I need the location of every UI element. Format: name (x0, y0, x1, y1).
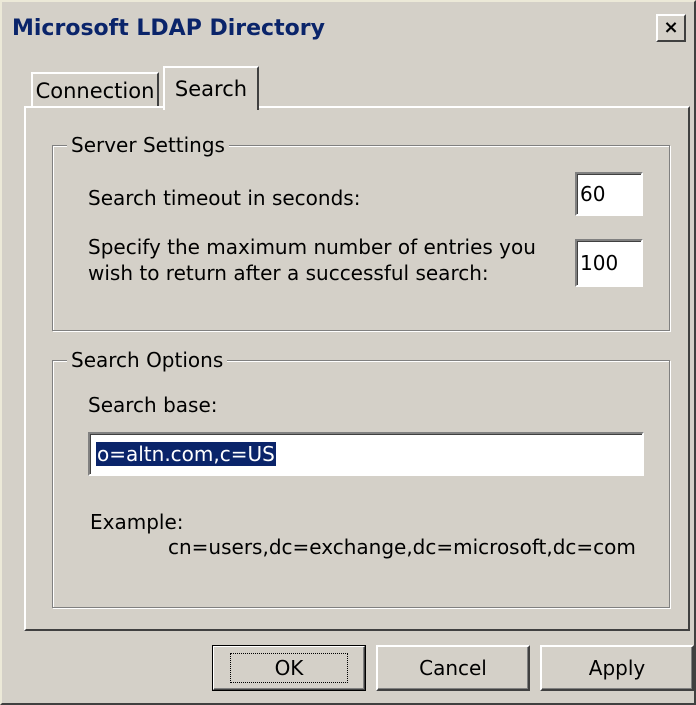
tab-connection[interactable]: Connection (31, 72, 159, 108)
ok-button[interactable]: OK (212, 645, 366, 691)
cancel-button[interactable]: Cancel (376, 645, 530, 691)
max-entries-label-line1: Specify the maximum number of entries yo… (88, 235, 536, 259)
max-entries-input[interactable]: 100 (575, 239, 643, 287)
close-icon: × (663, 17, 679, 38)
max-entries-value: 100 (580, 251, 619, 275)
search-options-legend: Search Options (67, 347, 228, 373)
server-settings-legend: Server Settings (67, 132, 229, 158)
search-timeout-value: 60 (580, 182, 606, 206)
ok-button-label: OK (229, 653, 349, 683)
apply-button-label: Apply (588, 656, 646, 680)
search-timeout-label: Search timeout in seconds: (88, 186, 361, 210)
search-base-label: Search base: (88, 393, 218, 417)
apply-button[interactable]: Apply (540, 645, 694, 691)
window-title: Microsoft LDAP Directory (12, 16, 325, 41)
cancel-button-label: Cancel (419, 656, 487, 680)
search-timeout-input[interactable]: 60 (575, 172, 643, 216)
search-base-input[interactable]: o=altn.com,c=US (88, 432, 644, 476)
example-value: cn=users,dc=exchange,dc=microsoft,dc=com (168, 535, 636, 559)
max-entries-label-line2: wish to return after a successful search… (88, 261, 489, 285)
example-label: Example: (90, 510, 184, 534)
ldap-properties-dialog: Microsoft LDAP Directory × Connection Se… (0, 0, 696, 705)
close-button[interactable]: × (656, 14, 686, 42)
title-bar: Microsoft LDAP Directory × (4, 6, 692, 52)
tab-search[interactable]: Search (163, 66, 259, 110)
search-base-value: o=altn.com,c=US (96, 442, 276, 466)
